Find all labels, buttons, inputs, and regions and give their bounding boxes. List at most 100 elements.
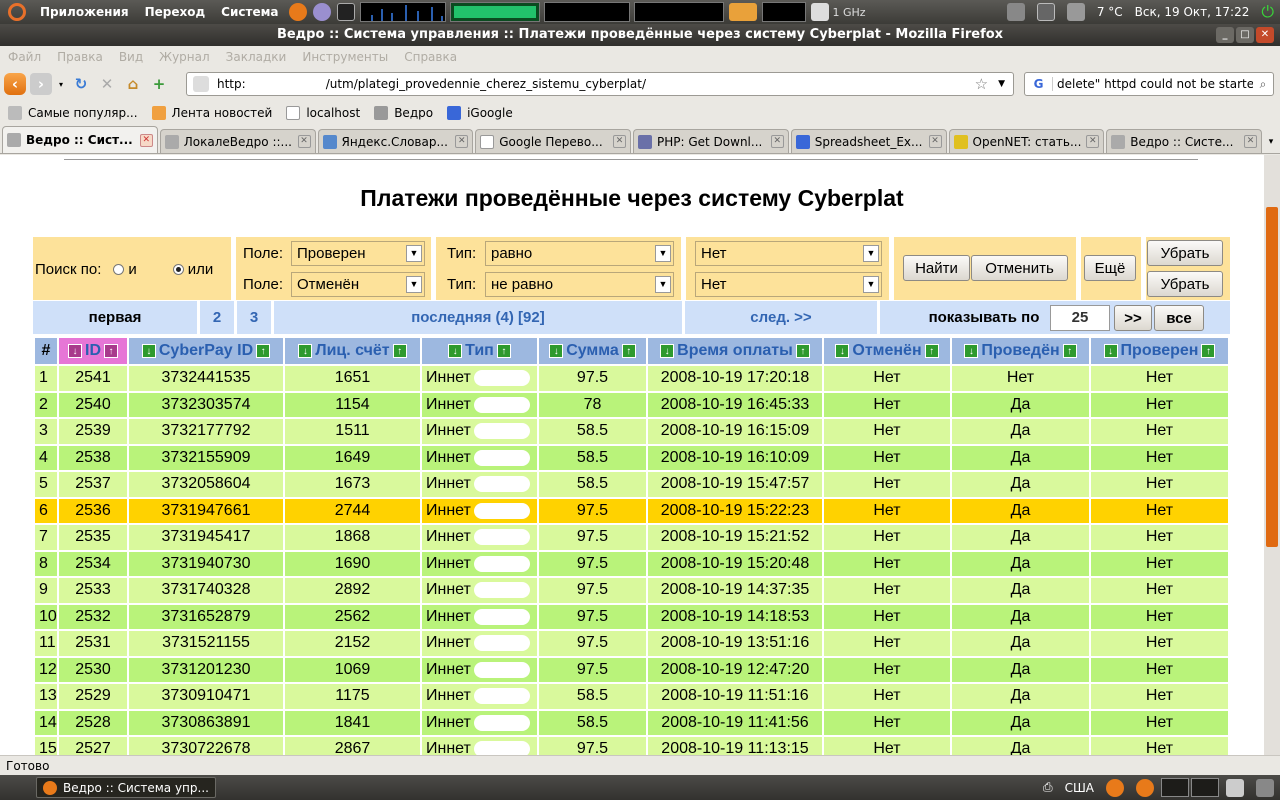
network-icon[interactable] — [1036, 3, 1055, 21]
shutdown-icon[interactable]: ⏻ — [1261, 2, 1274, 22]
col-header-processed[interactable]: ↓ Проведён ↑ — [950, 336, 1091, 366]
sort-down-icon[interactable]: ↓ — [549, 343, 564, 358]
tab-close-icon[interactable]: ✕ — [1244, 135, 1257, 148]
tab-list-icon[interactable]: ▾ — [1262, 131, 1280, 153]
bookmark-most-visited[interactable]: Самые популяр... — [8, 106, 138, 120]
load-monitor-graph[interactable] — [634, 2, 725, 22]
tab-close-icon[interactable]: ✕ — [455, 135, 469, 148]
pidgin-launcher-icon[interactable] — [313, 3, 332, 21]
page-next[interactable]: след. >> — [685, 301, 877, 334]
table-row[interactable]: 11 2531 3731521155 2152 Иннет 97.5 2008-10-19 … — [33, 629, 1230, 658]
window-titlebar[interactable]: Ведро :: Система управления :: Платежи п… — [0, 24, 1280, 46]
tab-vedro-active[interactable]: Ведро :: Сист... ✕ — [2, 126, 158, 153]
sort-up-icon[interactable]: ↑ — [924, 343, 939, 358]
menu-file[interactable]: Файл — [0, 50, 49, 64]
tab-spreadsheet[interactable]: Spreadsheet_Ex... ✕ — [790, 129, 947, 153]
sort-up-icon[interactable]: ↑ — [104, 343, 118, 358]
table-row[interactable]: 8 2534 3731940730 1690 Иннет 97.5 2008-10-19 1… — [33, 549, 1230, 578]
per-page-input[interactable]: 25 — [1050, 305, 1110, 331]
terminal-launcher-icon[interactable] — [337, 3, 356, 21]
back-button[interactable]: ‹ — [4, 73, 26, 95]
search-bar[interactable]: G delete" httpd could not be started ⌕ — [1024, 72, 1274, 96]
forward-button[interactable]: › — [30, 73, 52, 95]
table-row[interactable]: 3 2539 3732177792 1511 Иннет 58.5 2008-10-19 1… — [33, 417, 1230, 446]
menu-system[interactable]: Система — [213, 5, 286, 19]
type-select-2[interactable]: не равно ▼ — [485, 272, 674, 297]
menu-places[interactable]: Переход — [137, 5, 214, 19]
menu-tools[interactable]: Инструменты — [294, 50, 396, 64]
sort-up-icon[interactable]: ↑ — [1062, 343, 1077, 358]
disk-monitor-graph[interactable] — [762, 2, 807, 22]
menu-edit[interactable]: Правка — [49, 50, 111, 64]
search-icon[interactable]: ⌕ — [1253, 77, 1273, 92]
sort-up-icon[interactable]: ↑ — [496, 343, 511, 358]
table-row[interactable]: 6 2536 3731947661 2744 Иннет 97.5 2008-10-19 1… — [33, 496, 1230, 525]
radio-or[interactable] — [172, 263, 184, 275]
sort-up-icon[interactable]: ↑ — [392, 343, 407, 358]
firefox-tray-icon[interactable] — [1106, 778, 1124, 797]
history-dropdown-icon[interactable]: ▾ — [56, 73, 66, 95]
new-tab-icon[interactable]: + — [148, 73, 170, 95]
remove-button-1[interactable]: Убрать — [1147, 240, 1223, 266]
menu-bookmarks[interactable]: Закладки — [218, 50, 295, 64]
sort-down-icon[interactable]: ↓ — [835, 343, 850, 358]
sort-down-icon[interactable]: ↓ — [68, 343, 82, 358]
volume-icon[interactable] — [1066, 3, 1085, 21]
tab-opennet[interactable]: OpenNET: стать... ✕ — [948, 129, 1105, 153]
sort-up-icon[interactable]: ↑ — [795, 343, 810, 358]
table-row[interactable]: 1 2541 3732441535 1651 Иннет 97.5 2008-10-19 1… — [33, 364, 1230, 393]
minimize-icon[interactable]: _ — [1216, 27, 1234, 43]
home-icon[interactable]: ⌂ — [122, 73, 144, 95]
maximize-icon[interactable]: □ — [1236, 27, 1254, 43]
type-select-1[interactable]: равно ▼ — [485, 241, 674, 266]
bookmark-igoogle[interactable]: iGoogle — [447, 106, 513, 120]
per-page-go-button[interactable]: >> — [1114, 305, 1152, 331]
bookmark-star-icon[interactable]: ☆ — [975, 75, 988, 93]
tab-close-icon[interactable]: ✕ — [1086, 135, 1100, 148]
keyboard-layout[interactable]: США — [1065, 781, 1094, 795]
weather-temperature[interactable]: 7 °C — [1097, 5, 1123, 19]
page-first[interactable]: первая — [33, 301, 197, 334]
reload-icon[interactable]: ↻ — [70, 73, 92, 95]
sort-up-icon[interactable]: ↑ — [256, 343, 271, 358]
tab-close-icon[interactable]: ✕ — [297, 135, 311, 148]
sort-down-icon[interactable]: ↓ — [964, 343, 979, 358]
value-select-2[interactable]: Нет ▼ — [695, 272, 882, 297]
table-row[interactable]: 4 2538 3732155909 1649 Иннет 58.5 2008-10-19 1… — [33, 443, 1230, 472]
col-header-type[interactable]: ↓ Тип ↑ — [420, 336, 539, 366]
notification-icon[interactable] — [1006, 3, 1025, 21]
sort-up-icon[interactable]: ↑ — [621, 343, 636, 358]
network-monitor-graph[interactable] — [360, 2, 447, 22]
menu-view[interactable]: Вид — [111, 50, 151, 64]
sort-down-icon[interactable]: ↓ — [660, 343, 675, 358]
remove-button-2[interactable]: Убрать — [1147, 271, 1223, 297]
tab-vedro-2[interactable]: Ведро :: Систе... ✕ — [1106, 129, 1262, 153]
bookmark-localhost[interactable]: localhost — [286, 106, 360, 120]
find-button[interactable]: Найти — [903, 255, 970, 281]
close-icon[interactable]: ✕ — [1256, 27, 1274, 43]
table-row[interactable]: 9 2533 3731740328 2892 Иннет 97.5 2008-10-19 1… — [33, 576, 1230, 605]
google-engine-icon[interactable]: G — [1025, 77, 1053, 91]
cpu-monitor-graph[interactable] — [544, 2, 631, 22]
tab-close-icon[interactable]: ✕ — [770, 135, 784, 148]
notes-icon[interactable] — [1226, 778, 1244, 797]
url-dropdown-icon[interactable]: ▼ — [998, 79, 1005, 89]
bookmark-vedro[interactable]: Ведро — [374, 106, 433, 120]
screenshot-icon[interactable]: ⎙ — [1043, 780, 1053, 795]
sort-down-icon[interactable]: ↓ — [141, 343, 156, 358]
table-row[interactable]: 2 2540 3732303574 1154 Иннет 78 2008-10-19 16:… — [33, 390, 1230, 419]
workspace-1[interactable] — [1161, 778, 1189, 797]
table-row[interactable]: 5 2537 3732058604 1673 Иннет 58.5 2008-10-19 1… — [33, 470, 1230, 499]
tab-close-icon[interactable]: ✕ — [928, 135, 942, 148]
trash-icon[interactable] — [1256, 778, 1274, 797]
table-row[interactable]: 7 2535 3731945417 1868 Иннет 97.5 2008-10-19 1… — [33, 523, 1230, 552]
tab-localevedro[interactable]: ЛокалеВедро ::... ✕ — [159, 129, 316, 153]
firefox-tray-icon-2[interactable] — [1136, 778, 1154, 797]
field-select-2[interactable]: Отменён ▼ — [291, 272, 425, 297]
table-row[interactable]: 14 2528 3730863891 1841 Иннет 58.5 2008-10-19 … — [33, 708, 1230, 737]
workspace-2[interactable] — [1191, 778, 1219, 797]
col-header-payment-time[interactable]: ↓ Время оплаты ↑ — [646, 336, 824, 366]
sort-down-icon[interactable]: ↓ — [1103, 343, 1118, 358]
sort-down-icon[interactable]: ↓ — [298, 343, 313, 358]
tab-close-icon[interactable]: ✕ — [613, 135, 626, 148]
